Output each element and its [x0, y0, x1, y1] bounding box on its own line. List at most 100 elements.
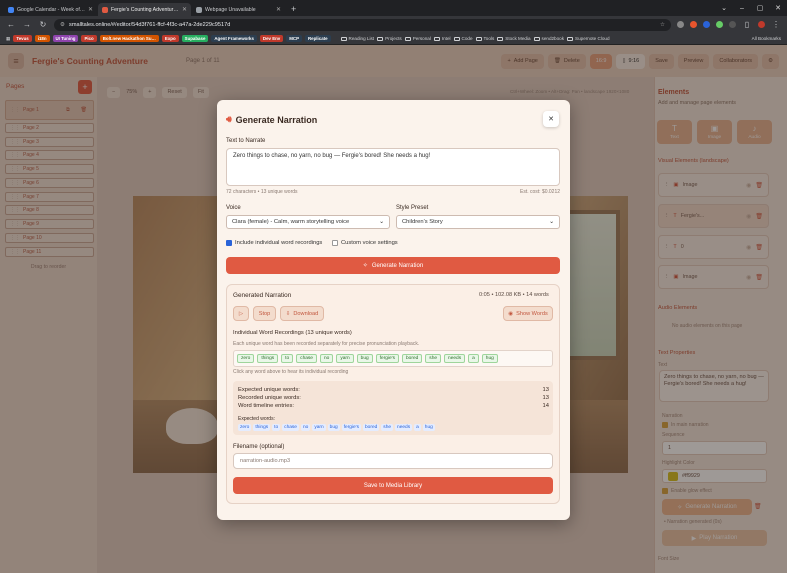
bookmark-chip[interactable]: MCP: [286, 35, 303, 42]
generated-narration-title: Generated Narration: [233, 292, 292, 299]
bookmark-chip[interactable]: Pico: [81, 35, 97, 42]
char-count: 72 characters • 13 unique words: [226, 189, 298, 195]
browser-tab-strip: Google Calendar - Week of Ja… ✕ Fergie's…: [0, 0, 787, 16]
tab-search-icon[interactable]: ⌄: [715, 4, 733, 12]
expected-word-tag: bored: [363, 424, 380, 431]
maximize-icon[interactable]: ▢: [751, 4, 769, 12]
narration-text-input[interactable]: Zero things to chase, no yarn, no bug — …: [226, 148, 560, 186]
save-to-media-library-button[interactable]: Save to Media Library: [233, 477, 553, 494]
extension-icon[interactable]: [729, 21, 736, 28]
sidebar-toggle-icon[interactable]: ▯: [742, 20, 752, 29]
close-tab-icon[interactable]: ✕: [88, 6, 93, 13]
bookmark-folder[interactable]: Personal: [404, 36, 431, 41]
word-recording-chip[interactable]: hug: [481, 354, 498, 363]
stat-value: 13: [542, 387, 549, 393]
word-recording-chip[interactable]: yarn: [336, 354, 354, 363]
word-recording-chip[interactable]: a: [468, 354, 479, 363]
bookmark-folder[interactable]: Stock Media: [497, 36, 531, 41]
star-icon[interactable]: ☆: [660, 22, 665, 28]
stat-row: Expected unique words: 13: [238, 387, 549, 395]
word-recording-chip[interactable]: bug: [356, 354, 373, 363]
bookmark-folder[interactable]: Code: [453, 36, 473, 41]
site-info-icon[interactable]: ⚙: [60, 22, 65, 28]
folder-icon: [404, 36, 411, 41]
folder-icon: [497, 36, 504, 41]
bookmark-chip[interactable]: Supabase: [181, 35, 209, 42]
browser-tab[interactable]: Google Calendar - Week of Ja… ✕: [4, 3, 97, 16]
url-bar[interactable]: ⚙ smalltales.online/#/editor/54d3f761-ff…: [54, 18, 671, 31]
apps-grid-icon[interactable]: ▦: [6, 36, 10, 42]
show-words-button[interactable]: ◉ Show Words: [503, 306, 553, 321]
extension-icon[interactable]: [690, 21, 697, 28]
forward-icon[interactable]: →: [22, 20, 32, 29]
word-recording-chip[interactable]: she: [425, 354, 442, 363]
expected-word-tag: a: [414, 424, 421, 431]
bookmark-folder[interactable]: Projects: [377, 36, 402, 41]
profile-avatar[interactable]: [758, 21, 765, 28]
bookmarks-bar: ▦ Tevus i18n UI Tuning Pico Bolt.new Hackatho…: [0, 33, 787, 45]
bookmark-chip[interactable]: i18n: [34, 35, 50, 42]
modal-title: 🔊︎ Generate Narration: [226, 114, 318, 125]
words-hint: Click any word above to hear its individ…: [233, 369, 349, 375]
browser-tab[interactable]: Webpage Unavailable ✕: [192, 3, 285, 16]
minimize-icon[interactable]: –: [733, 5, 751, 12]
reload-icon[interactable]: ↻: [38, 20, 48, 29]
browser-menu-icon[interactable]: ⋮: [771, 20, 781, 29]
calendar-favicon-icon: [8, 6, 14, 13]
close-modal-button[interactable]: ✕: [543, 111, 559, 127]
bookmark-folder[interactable]: Tools: [475, 36, 494, 41]
bookmark-chip[interactable]: Bolt.new Hackathon Su…: [99, 35, 159, 42]
voice-label: Voice: [226, 205, 241, 211]
word-recording-chip[interactable]: things: [257, 354, 279, 363]
bookmark-folder[interactable]: Supernote Cloud: [567, 36, 610, 41]
expected-word-tag: chase: [282, 424, 299, 431]
stat-label: Expected unique words:: [238, 387, 300, 393]
sparkle-icon: ✧: [362, 263, 368, 269]
play-button[interactable]: ▷: [233, 306, 249, 321]
page-favicon-icon: [196, 6, 202, 13]
bookmark-label: Projects: [385, 36, 402, 41]
style-preset-select[interactable]: Children's Story ⌄: [396, 215, 560, 229]
expected-word-tag: no: [300, 424, 311, 431]
all-bookmarks[interactable]: All Bookmarks: [752, 36, 781, 41]
expected-word-tag: bug: [327, 424, 340, 431]
bookmark-folder[interactable]: send2book: [533, 36, 564, 41]
bookmark-folder[interactable]: Reading List: [340, 36, 374, 41]
back-icon[interactable]: ←: [6, 20, 16, 29]
close-tab-icon[interactable]: ✕: [182, 6, 187, 13]
address-bar-row: ← → ↻ ⚙ smalltales.online/#/editor/54d3f…: [0, 16, 787, 33]
word-recording-chip[interactable]: bored: [402, 354, 423, 363]
extension-icon[interactable]: [703, 21, 710, 28]
new-tab-button[interactable]: +: [286, 3, 301, 16]
voice-select[interactable]: Clara (female) - Calm, warm storytelling…: [226, 215, 390, 229]
bookmark-chip[interactable]: Agent Frameworks: [211, 35, 257, 42]
extension-icon[interactable]: [716, 21, 723, 28]
word-recording-chip[interactable]: fergie's: [375, 354, 400, 363]
stat-label: Word timeline entries:: [238, 403, 294, 409]
word-recordings-subtitle: Each unique word has been recorded separ…: [233, 341, 420, 347]
stop-button[interactable]: Stop: [253, 306, 276, 321]
browser-tab-active[interactable]: Fergie's Counting Adventure - ✕: [98, 3, 191, 16]
checkbox-icon[interactable]: [332, 240, 338, 246]
filename-input[interactable]: narration-audio.mp3: [233, 453, 553, 469]
word-recording-chip[interactable]: to: [281, 354, 294, 363]
generated-narration-meta: 0:05 • 102.08 KB • 14 words: [479, 292, 549, 298]
bookmark-folder[interactable]: Intel: [433, 36, 451, 41]
bookmark-chip[interactable]: Replicate: [305, 35, 331, 42]
generate-narration-button[interactable]: ✧ Generate Narration: [226, 257, 560, 274]
close-window-icon[interactable]: ✕: [769, 4, 787, 12]
bookmark-chip[interactable]: Dev Env: [259, 35, 284, 42]
bookmark-chip[interactable]: UI Tuning: [52, 35, 79, 42]
word-recording-chip[interactable]: chase: [296, 354, 317, 363]
word-recording-chip[interactable]: needs: [444, 354, 466, 363]
custom-voice-settings-option[interactable]: Custom voice settings: [332, 240, 398, 246]
close-tab-icon[interactable]: ✕: [276, 6, 281, 13]
include-word-recordings-option[interactable]: Include individual word recordings: [226, 240, 322, 246]
bookmark-chip[interactable]: Tevus: [13, 35, 32, 42]
word-recording-chip[interactable]: zero: [237, 354, 255, 363]
checkbox-icon[interactable]: [226, 240, 232, 246]
download-button[interactable]: ⇩ Download: [280, 306, 324, 321]
bookmark-chip[interactable]: Expo: [161, 35, 179, 42]
extension-icon[interactable]: [677, 21, 684, 28]
word-recording-chip[interactable]: no: [319, 354, 334, 363]
